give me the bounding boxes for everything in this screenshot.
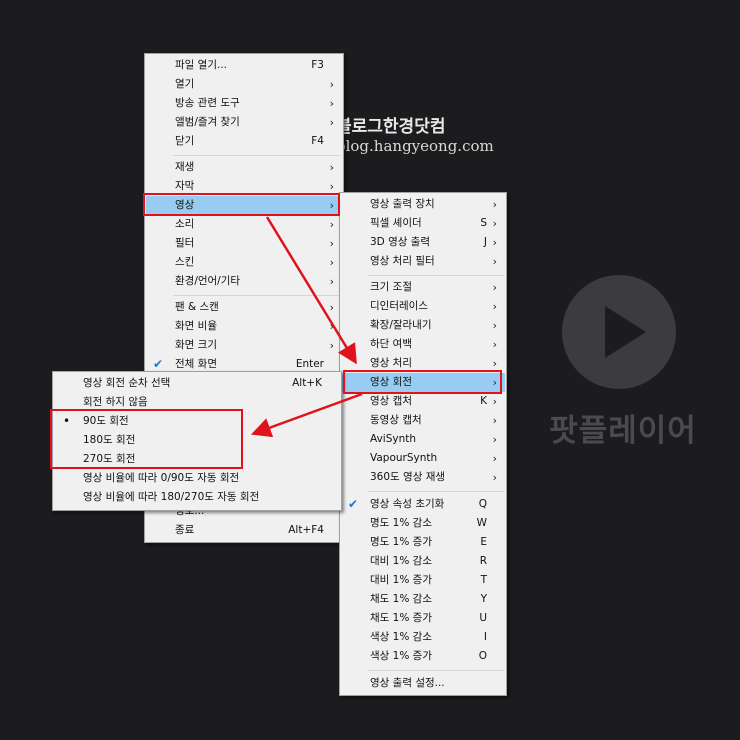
arrow-to-video-rotation	[265, 216, 357, 365]
annotation-arrows	[250, 216, 363, 438]
arrow-to-rotation-options	[250, 392, 363, 438]
